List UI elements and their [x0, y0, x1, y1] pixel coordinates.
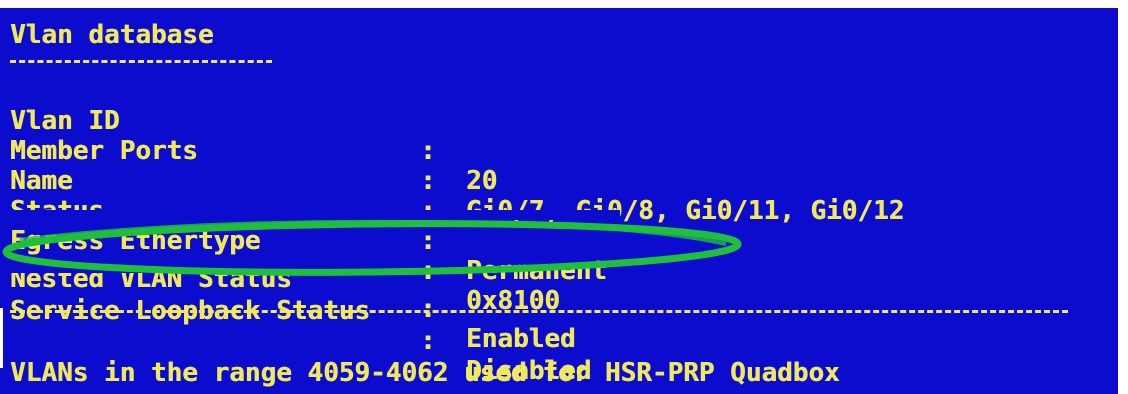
screenshot-frame: Vlan database Vlan ID : 20 Member Ports …	[0, 0, 1128, 394]
highlight-oval-annotation	[2, 219, 742, 276]
terminal-window: Vlan database Vlan ID : 20 Member Ports …	[0, 8, 1118, 394]
